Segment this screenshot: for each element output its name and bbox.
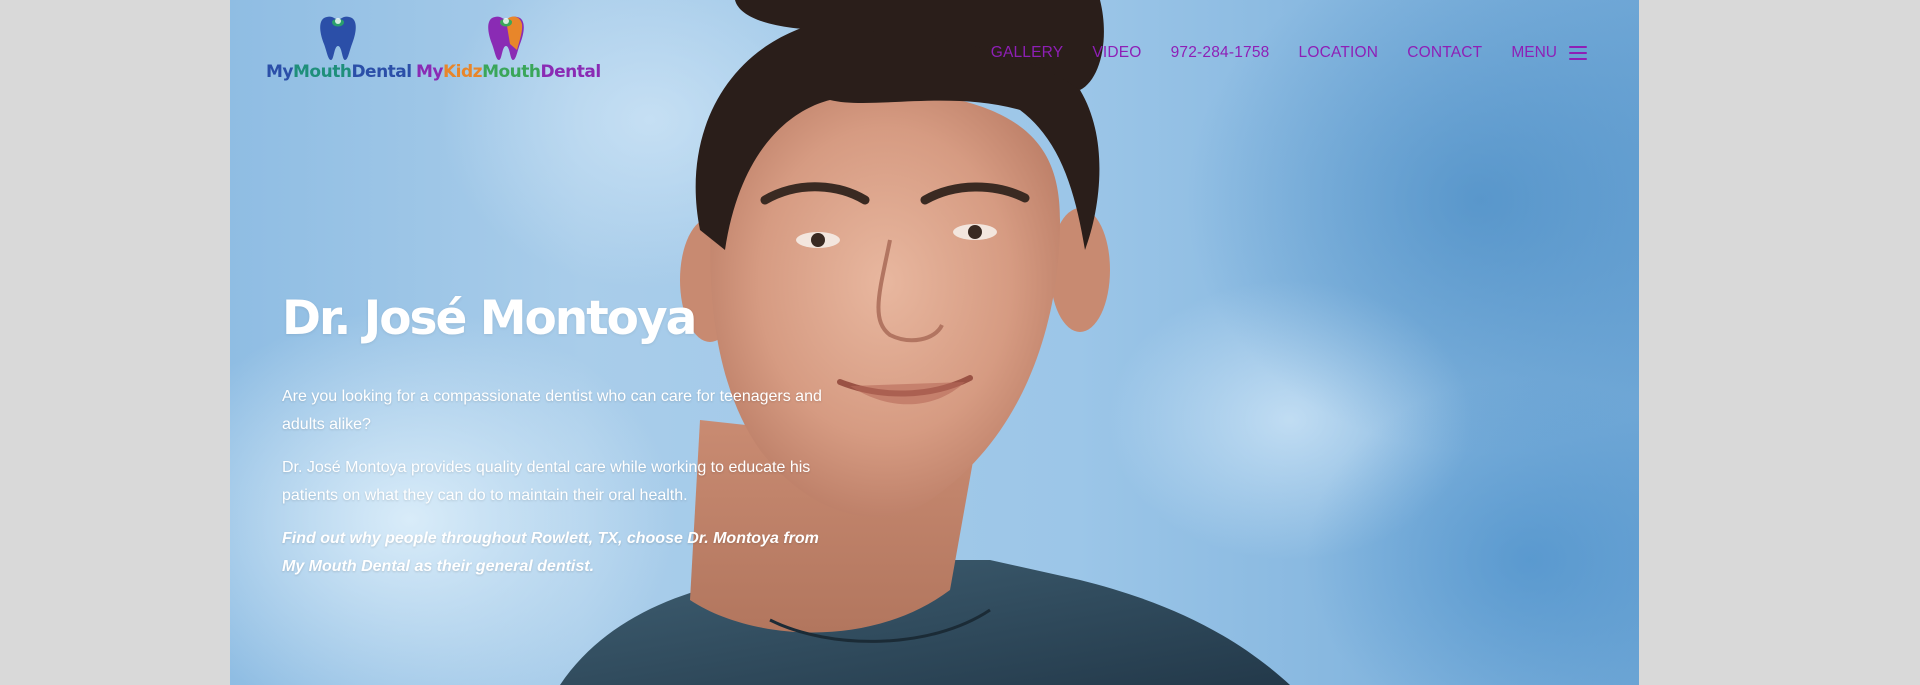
main-nav: GALLERY VIDEO 972-284-1758 LOCATION CONT… <box>962 44 1587 62</box>
page-title: Dr. José Montoya <box>282 291 697 346</box>
mymouthdental-logo[interactable]: MyMouthDental <box>266 14 416 84</box>
site-header: MyMouthDental MyKidzMouthDental GALLERY … <box>230 0 1639 100</box>
nav-phone-link[interactable]: 972-284-1758 <box>1171 44 1270 62</box>
nav-contact-link[interactable]: CONTACT <box>1407 44 1482 62</box>
hero-paragraph-cta: Find out why people throughout Rowlett, … <box>282 530 819 575</box>
hero-paragraph-description: Dr. José Montoya provides quality dental… <box>282 459 811 504</box>
nav-gallery-link[interactable]: GALLERY <box>991 44 1064 62</box>
menu-button[interactable]: MENU <box>1511 44 1587 62</box>
logo-word-my: My <box>416 62 444 82</box>
nav-video-link[interactable]: VIDEO <box>1092 44 1141 62</box>
mykidzmouthdental-logo[interactable]: MyKidzMouthDental <box>416 14 606 84</box>
logo-word-my: My <box>266 62 294 82</box>
mymouthdental-logo-text: MyMouthDental <box>266 62 412 82</box>
logo-word-mouth: Mouth <box>482 62 541 82</box>
logo-word-dental: Dental <box>351 62 412 82</box>
hamburger-icon <box>1569 45 1587 61</box>
hero-paragraph-intro: Are you looking for a compassionate dent… <box>282 388 822 433</box>
mykidzmouthdental-logo-text: MyKidzMouthDental <box>416 62 601 82</box>
logo-word-dental: Dental <box>540 62 602 82</box>
hero-section: MyMouthDental MyKidzMouthDental GALLERY … <box>230 0 1639 685</box>
kids-tooth-logo-icon <box>488 16 524 60</box>
menu-label: MENU <box>1511 44 1557 61</box>
logo-word-kidz: Kidz <box>443 62 483 82</box>
nav-location-link[interactable]: LOCATION <box>1299 44 1379 62</box>
tooth-logo-icon <box>320 16 356 60</box>
logo-word-mouth: Mouth <box>293 62 352 82</box>
hero-content: Dr. José Montoya Are you looking for a c… <box>282 290 842 596</box>
